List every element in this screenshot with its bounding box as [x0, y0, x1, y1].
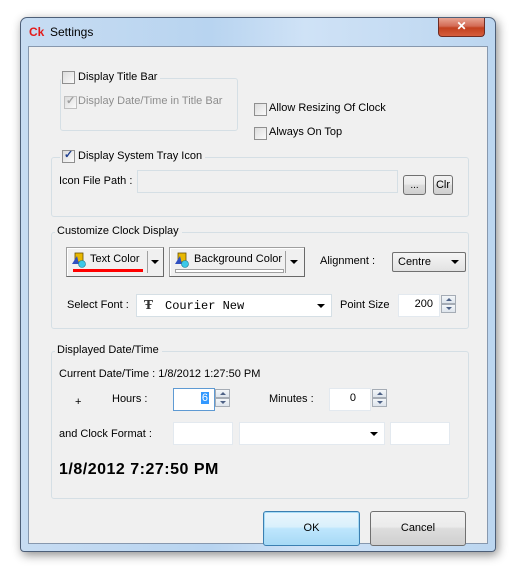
spin-up-icon[interactable]	[215, 389, 230, 398]
cancel-button[interactable]: Cancel	[370, 511, 466, 546]
minutes-label: Minutes :	[269, 393, 314, 405]
display-tray-icon-label: Display System Tray Icon	[78, 150, 203, 162]
alignment-label: Alignment :	[320, 255, 376, 267]
point-size-label: Point Size	[340, 299, 390, 311]
close-button[interactable]: ✕	[438, 18, 485, 37]
display-title-bar-label: Display Title Bar	[78, 71, 158, 83]
color-picker-icon	[175, 252, 189, 268]
hours-value: 6	[200, 392, 209, 404]
spin-down-icon[interactable]	[215, 398, 230, 407]
dialog-body: Display Title Bar Display Date/Time in T…	[28, 46, 488, 546]
spin-up-icon[interactable]	[372, 389, 387, 398]
displayed-datetime-legend: Displayed Date/Time	[55, 344, 162, 356]
select-font-label: Select Font :	[67, 299, 129, 311]
clear-path-button[interactable]: Clr	[433, 175, 453, 195]
point-size-spinner[interactable]	[441, 295, 456, 313]
alignment-value: Centre	[398, 256, 432, 268]
chevron-down-icon	[370, 431, 378, 436]
close-icon: ✕	[456, 19, 467, 33]
display-tray-icon-option[interactable]: Display System Tray Icon	[60, 148, 206, 163]
background-color-swatch	[175, 269, 284, 273]
text-color-dropdown-icon[interactable]	[151, 260, 159, 264]
hours-label: Hours :	[112, 393, 148, 405]
title-bar: Ck Settings ✕	[21, 18, 495, 46]
point-size-input[interactable]: 200	[398, 294, 440, 317]
display-title-bar-option[interactable]: Display Title Bar	[61, 70, 161, 84]
spin-up-icon[interactable]	[441, 295, 456, 304]
alignment-select[interactable]: Centre	[392, 252, 466, 272]
truetype-font-icon: Ŧ	[144, 298, 153, 312]
color-picker-icon	[72, 252, 86, 268]
offset-sign: +	[75, 396, 82, 408]
split-divider	[285, 251, 286, 273]
hours-spinner[interactable]	[215, 389, 230, 407]
hours-input[interactable]: 6	[173, 388, 215, 411]
background-color-dropdown-icon[interactable]	[290, 260, 298, 264]
settings-window: Ck Settings ✕ Display Title Bar Display …	[20, 17, 496, 552]
browse-button[interactable]: ...	[403, 175, 426, 195]
customize-clock-group: Customize Clock Display Text Color Backg…	[51, 225, 469, 329]
clock-format-label: and Clock Format :	[59, 428, 152, 440]
customize-clock-legend: Customize Clock Display	[55, 225, 182, 237]
icon-file-path-input[interactable]	[137, 170, 398, 193]
minutes-input[interactable]: 0	[329, 388, 371, 411]
allow-resizing-label: Allow Resizing Of Clock	[269, 102, 386, 114]
display-datetime-title-checkbox[interactable]	[64, 94, 77, 109]
spin-down-icon[interactable]	[441, 304, 456, 313]
always-on-top-checkbox[interactable]	[254, 127, 267, 140]
display-datetime-title-label: Display Date/Time in Title Bar	[78, 95, 223, 107]
format-suffix-input[interactable]	[390, 422, 450, 445]
ok-button[interactable]: OK	[263, 511, 360, 546]
text-color-label: Text Color	[90, 253, 140, 265]
allow-resizing-checkbox[interactable]	[254, 103, 267, 116]
icon-file-path-label: Icon File Path :	[59, 175, 133, 187]
display-tray-icon-checkbox[interactable]	[62, 148, 75, 163]
format-prefix-input[interactable]	[173, 422, 233, 445]
split-divider	[147, 251, 148, 273]
text-color-swatch	[73, 269, 143, 272]
clock-preview: 1/8/2012 7:27:50 PM	[59, 461, 219, 478]
minutes-spinner[interactable]	[372, 389, 387, 407]
chevron-down-icon	[451, 260, 459, 264]
spin-down-icon[interactable]	[372, 398, 387, 407]
format-select[interactable]	[239, 422, 385, 445]
background-color-button[interactable]: Background Color	[169, 247, 305, 277]
window-title: Settings	[50, 25, 94, 39]
display-title-bar-checkbox[interactable]	[62, 71, 75, 84]
current-datetime-label: Current Date/Time : 1/8/2012 1:27:50 PM	[59, 368, 261, 380]
font-value: Courier New	[165, 299, 245, 313]
font-select[interactable]: Ŧ Courier New	[136, 294, 332, 317]
chevron-down-icon	[317, 303, 325, 308]
point-size-value: 200	[414, 298, 433, 310]
title-bar-group: Display Title Bar Display Date/Time in T…	[60, 70, 238, 131]
minutes-value: 0	[349, 392, 356, 404]
tray-icon-group: Display System Tray Icon Icon File Path …	[51, 148, 469, 217]
background-color-label: Background Color	[194, 253, 283, 265]
displayed-datetime-group: Displayed Date/Time Current Date/Time : …	[51, 344, 469, 499]
text-color-button[interactable]: Text Color	[66, 247, 164, 277]
always-on-top-label: Always On Top	[269, 126, 343, 138]
app-icon: Ck	[29, 25, 45, 39]
